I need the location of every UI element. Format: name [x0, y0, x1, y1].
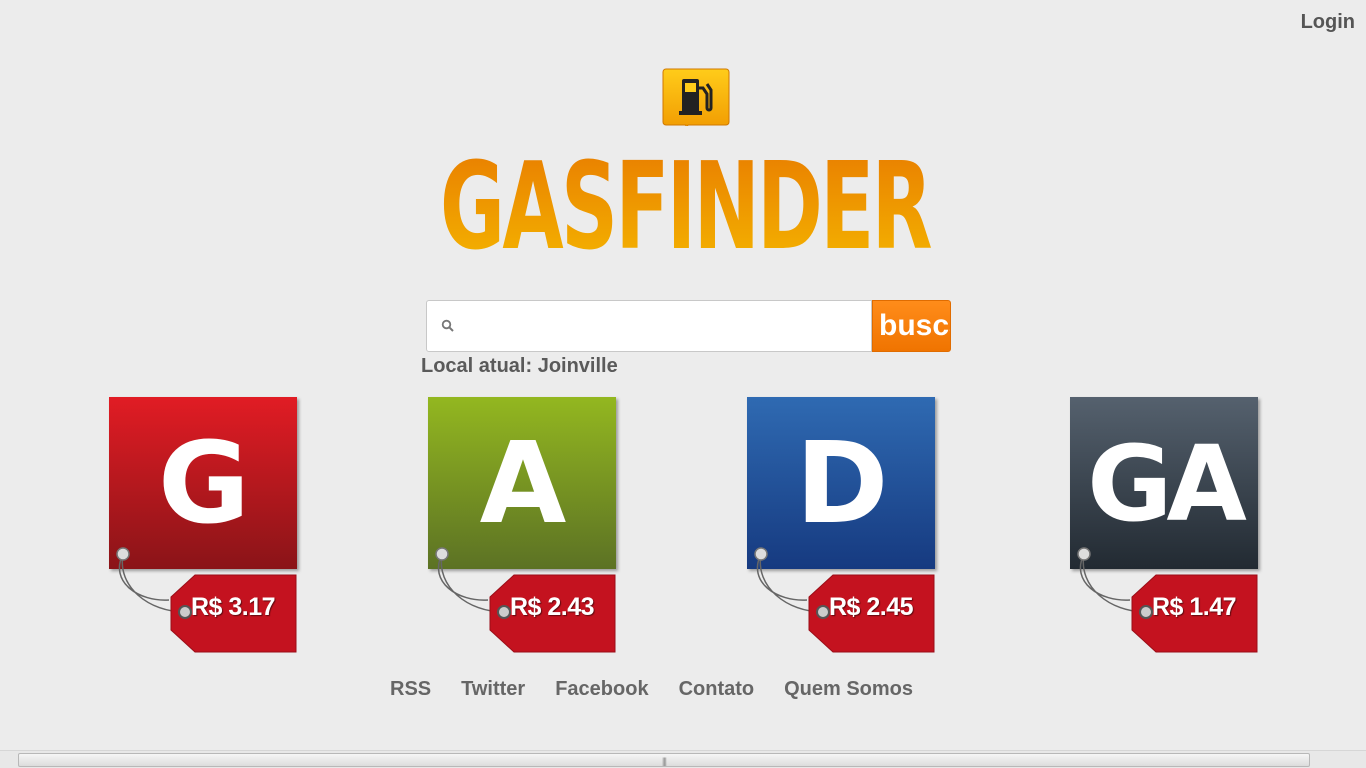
horizontal-scrollbar[interactable]: ||| — [0, 750, 1366, 768]
footer-links: RSS Twitter Facebook Contato Quem Somos — [390, 678, 913, 701]
fuel-letter: D — [795, 419, 889, 549]
fuel-card-gnv[interactable]: GA R$ 1.47 — [1070, 397, 1266, 659]
fuel-letter: GA — [1087, 423, 1247, 545]
fuel-price: R$ 1.47 — [1152, 593, 1237, 621]
footer-link-quem-somos[interactable]: Quem Somos — [784, 678, 913, 701]
footer-link-twitter[interactable]: Twitter — [461, 678, 525, 701]
login-link[interactable]: Login — [1301, 11, 1355, 34]
scrollbar-thumb[interactable]: ||| — [18, 753, 1310, 767]
gas-pump-icon — [662, 68, 730, 126]
footer-link-facebook[interactable]: Facebook — [555, 678, 648, 701]
search-button[interactable]: busca — [872, 300, 951, 352]
fuel-card-diesel[interactable]: D R$ 2.45 — [747, 397, 943, 659]
footer-link-rss[interactable]: RSS — [390, 678, 431, 701]
fuel-card-alcohol[interactable]: A R$ 2.43 — [428, 397, 624, 659]
search-box — [426, 300, 872, 352]
brand-name: GASFINDER — [440, 138, 931, 263]
gasfinder-logo: GASFINDER — [440, 138, 935, 263]
fuel-price: R$ 2.43 — [510, 593, 595, 621]
search-input[interactable] — [465, 309, 863, 343]
fuel-card-gasoline[interactable]: G R$ 3.17 — [109, 397, 305, 659]
footer-link-contato[interactable]: Contato — [679, 678, 755, 701]
fuel-price: R$ 3.17 — [191, 593, 276, 621]
current-location: Local atual: Joinville — [421, 355, 618, 377]
grip-icon: ||| — [661, 756, 667, 766]
fuel-letter: A — [479, 419, 567, 549]
fuel-price: R$ 2.45 — [829, 593, 914, 621]
search-icon — [441, 319, 454, 332]
fuel-letter: G — [158, 419, 250, 549]
